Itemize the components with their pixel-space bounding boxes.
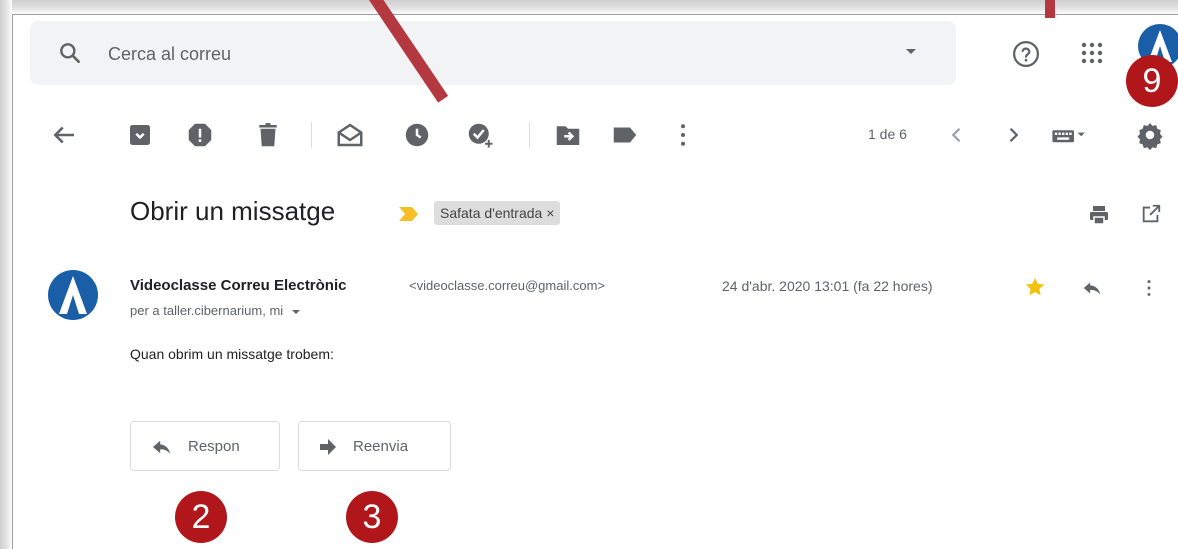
message-subject: Obrir un missatge — [130, 196, 336, 226]
sender-email: <videoclasse.correu@gmail.com> — [409, 278, 606, 293]
sender-name[interactable]: Videoclasse Correu Electrònic — [130, 277, 346, 294]
message-toolbar: 1 de 6 — [13, 112, 1178, 158]
archive-icon[interactable] — [125, 120, 155, 150]
search-options-icon[interactable] — [906, 49, 916, 54]
message-date: 24 d'abr. 2020 13:01 (fa 22 hores) — [722, 278, 933, 294]
message-body: Quan obrim un missatge trobem: — [130, 346, 334, 362]
star-icon[interactable] — [1024, 276, 1046, 298]
frame-shadow-top — [0, 0, 1178, 14]
forward-button-icon — [320, 439, 336, 455]
reply-button-icon — [153, 440, 171, 454]
toolbar-divider — [529, 122, 530, 148]
more-vert-icon[interactable] — [1138, 276, 1160, 300]
annotation-badge-2: 2 — [175, 491, 227, 543]
reply-button[interactable]: Respon — [130, 421, 280, 471]
search-bar[interactable]: Cerca al correu — [30, 21, 956, 85]
move-to-icon[interactable] — [553, 120, 583, 150]
recipients-line[interactable]: per a taller.cibernarium, mi — [130, 303, 300, 318]
annotation-arrow-settings — [1045, 0, 1055, 18]
more-icon[interactable] — [668, 120, 698, 150]
annotation-badge-3: 3 — [346, 491, 398, 543]
annotation-badge-9: 9 — [1126, 55, 1178, 107]
sender-avatar — [48, 270, 98, 320]
settings-icon[interactable] — [1135, 120, 1165, 150]
search-input[interactable]: Cerca al correu — [108, 41, 808, 67]
show-details-icon[interactable] — [291, 309, 300, 314]
forward-button[interactable]: Reenvia — [298, 421, 451, 471]
prev-icon[interactable] — [942, 120, 972, 150]
delete-icon[interactable] — [253, 120, 283, 150]
apps-icon[interactable] — [1080, 41, 1104, 65]
snooze-icon[interactable] — [402, 120, 432, 150]
search-icon[interactable] — [57, 40, 83, 66]
print-icon[interactable] — [1087, 203, 1111, 227]
report-spam-icon[interactable] — [185, 120, 215, 150]
add-to-tasks-icon[interactable] — [465, 120, 495, 150]
toolbar-divider — [311, 122, 312, 148]
reply-icon[interactable] — [1080, 277, 1104, 299]
help-icon[interactable] — [1011, 39, 1041, 69]
frame-shadow-left — [0, 0, 12, 549]
back-arrow-icon[interactable] — [49, 120, 79, 150]
reply-button-label: Respon — [188, 438, 240, 455]
input-tools-icon[interactable] — [1050, 120, 1086, 150]
important-marker-icon[interactable] — [398, 205, 420, 223]
labels-icon[interactable] — [610, 120, 640, 150]
open-new-window-icon[interactable] — [1140, 203, 1162, 225]
inbox-label-chip[interactable]: Safata d'entrada × — [434, 201, 561, 225]
recipients-text: per a taller.cibernarium, mi — [130, 303, 284, 318]
next-icon[interactable] — [998, 120, 1028, 150]
mark-unread-icon[interactable] — [335, 120, 365, 150]
forward-button-label: Reenvia — [353, 438, 409, 455]
pager-text: 1 de 6 — [868, 126, 907, 142]
